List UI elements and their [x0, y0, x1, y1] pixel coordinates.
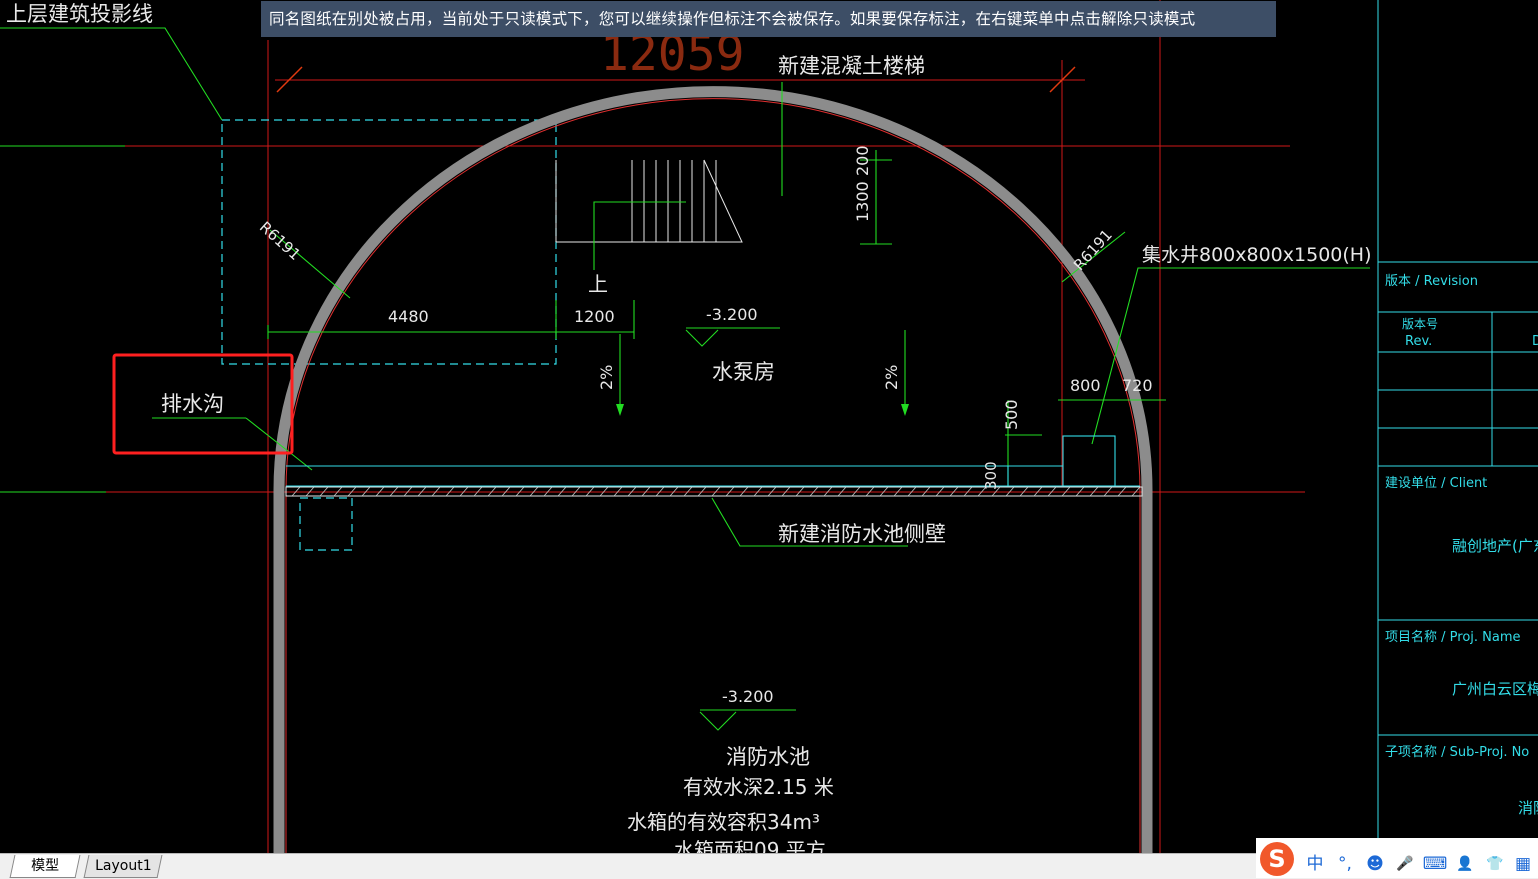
dim-1200-label: 1200: [574, 307, 615, 326]
sogou-logo-icon[interactable]: S: [1260, 842, 1294, 876]
upper-projection-label: 上层建筑投影线: [6, 2, 153, 26]
tab-model-label: 模型: [31, 858, 60, 874]
revision-label: 版本 / Revision: [1385, 274, 1478, 289]
slope-arrows: [616, 404, 909, 416]
sump-and-ditch: [286, 435, 1140, 487]
emoji-icon[interactable]: ☻: [1362, 852, 1388, 876]
tab-model[interactable]: 模型: [9, 855, 81, 878]
punctuation-icon[interactable]: °,: [1332, 852, 1358, 876]
stairs-label: 新建混凝土楼梯: [778, 54, 925, 78]
axis-lines: [0, 0, 1305, 853]
client-value: 融创地产(广东)有限: [1452, 537, 1538, 555]
readonly-notice: 同名图纸在别处被占用，当前处于只读模式下，您可以继续操作但标注不会被保存。如果要…: [261, 1, 1276, 37]
sump-label: 集水井800x800x1500(H): [1142, 244, 1372, 266]
elev-pump-label: -3.200: [706, 305, 758, 324]
skin-icon[interactable]: 👕: [1482, 852, 1508, 876]
microphone-icon[interactable]: 🎤: [1392, 852, 1418, 876]
rev-cut-label: D: [1532, 334, 1538, 349]
rev-no-label: 版本号: [1402, 317, 1439, 331]
pool-wall-label: 新建消防水池侧壁: [778, 522, 946, 546]
cad-drawing-canvas[interactable]: 12059: [0, 0, 1538, 853]
tank-volume-label: 水箱的有效容积34m³: [627, 810, 820, 834]
client-label: 建设单位 / Client: [1385, 476, 1488, 491]
ime-toolbar: S 中 °, ☻ 🎤 ⌨ 👤 👕 ▦: [1256, 838, 1538, 878]
arch-inner-line: [285, 97, 1141, 853]
dim-500-label: 500: [1002, 399, 1021, 430]
drain-ditch-label: 排水沟: [161, 392, 224, 416]
ime-language-toggle[interactable]: 中: [1302, 852, 1328, 876]
tab-layout1-label: Layout1: [94, 858, 152, 874]
title-block-lines: [1377, 0, 1538, 853]
proj-name-label: 项目名称 / Proj. Name: [1385, 630, 1521, 645]
fire-pool-label: 消防水池: [726, 745, 810, 769]
leader-lines: [0, 27, 1370, 731]
proj-name-value: 广州白云区梅实北路: [1452, 680, 1538, 698]
tab-layout1[interactable]: Layout1: [83, 855, 163, 878]
ime-menu-icon[interactable]: ▦: [1510, 852, 1536, 876]
up-mark: 上: [588, 272, 608, 296]
slope-right-label: 2%: [882, 364, 901, 390]
dim-1300-label: 1300: [853, 181, 872, 222]
dim-200-label: 200: [853, 145, 872, 176]
elev-pool-label: -3.200: [722, 687, 774, 706]
effective-depth-label: 有效水深2.15 米: [683, 775, 834, 799]
rev-label: Rev.: [1405, 334, 1433, 349]
subproj-label: 子项名称 / Sub-Proj. No: [1385, 745, 1530, 760]
stairs: [555, 159, 743, 243]
pump-room-label: 水泵房: [712, 360, 775, 384]
subproj-value: 消防: [1518, 799, 1538, 817]
dim-300-label: 300: [982, 461, 1000, 490]
arch-wall: [273, 85, 1153, 853]
dim-4480-label: 4480: [388, 307, 429, 326]
dim-800-label: 800: [1070, 376, 1101, 395]
dim-720-label: 720: [1122, 376, 1153, 395]
keyboard-icon[interactable]: ⌨: [1422, 852, 1448, 876]
user-icon[interactable]: 👤: [1452, 852, 1478, 876]
slope-left-label: 2%: [597, 364, 616, 390]
